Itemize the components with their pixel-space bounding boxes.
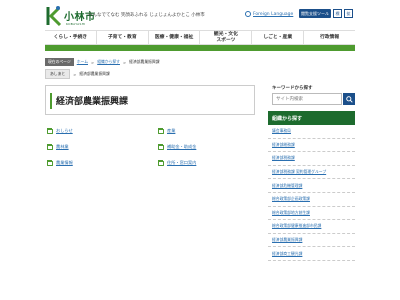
link-subsidy[interactable]: 補助金・助成金: [158, 143, 197, 150]
breadcrumb-current: 経済部農業振興課: [129, 59, 160, 64]
side-menu-item[interactable]: 総合政策部企画政策課: [268, 193, 355, 207]
link-label: 農林業: [56, 144, 69, 149]
link-agri-info[interactable]: 農業情報: [47, 159, 73, 166]
folder-icon: [158, 159, 164, 166]
breadcrumb: 現在のページ ホーム > 組織から探す > 経済部農業振興課: [45, 58, 160, 66]
nav-item-living[interactable]: くらし・手続き: [45, 31, 96, 44]
side-menu-item[interactable]: 総合政策部地方創生課: [268, 207, 355, 221]
link-industry[interactable]: 産業: [158, 127, 176, 134]
page-title-box: 経済部農業振興課: [45, 85, 255, 115]
footprint-current: 経済部農業振興課: [79, 71, 110, 76]
breadcrumb-separator: >: [91, 59, 95, 65]
link-label: 農業情報: [56, 160, 73, 165]
nav-item-admin[interactable]: 行政情報: [303, 31, 355, 44]
search-button[interactable]: [343, 93, 355, 105]
link-address-guide[interactable]: 住所・窓口案内: [158, 159, 197, 166]
globe-icon: [245, 11, 251, 17]
side-menu-item[interactable]: 経済部危機管理課: [268, 179, 355, 193]
site-slogan: みんなでてなむ 笑顔あふれる じょじょんよかとこ 小林市: [88, 13, 205, 18]
search-input[interactable]: [272, 93, 342, 105]
folder-icon: [158, 127, 164, 134]
text-size-standard-button[interactable]: 標: [333, 9, 342, 18]
footprint-separator: >: [73, 71, 77, 77]
nav-item-tourism[interactable]: 観光・文化 スポーツ: [199, 31, 251, 44]
search-label: キーワードから探す: [272, 86, 313, 91]
link-label: おしらせ: [56, 128, 73, 133]
side-menu-heading: 組織から探す: [268, 111, 355, 125]
breadcrumb-separator: >: [122, 59, 127, 65]
nav-item-health[interactable]: 医療・健康・福祉: [147, 31, 200, 44]
site-logo-subtext: KOBAYASHI: [66, 22, 86, 26]
folder-icon: [47, 127, 53, 134]
side-menu: 議会事務局 経済部総務課 経済部税務課 経済部税務課 契約管理グループ 経済部危…: [268, 125, 355, 261]
search-icon: [345, 95, 353, 103]
side-menu-item[interactable]: 経済部総務課: [268, 139, 355, 153]
side-menu-item[interactable]: 議会事務局: [268, 125, 355, 139]
title-accent-bar: [50, 93, 52, 109]
breadcrumb-label: 現在のページ: [45, 58, 74, 66]
footprint-label: あしあと: [45, 69, 71, 79]
footprint-breadcrumb: あしあと > 経済部農業振興課: [45, 69, 110, 79]
site-header: 小林市 KOBAYASHI みんなでてなむ 笑顔あふれる じょじょんよかとこ 小…: [0, 0, 400, 30]
global-nav: くらし・手続き 子育て・教育 医療・健康・福祉 観光・文化 スポーツ しごと・産…: [45, 30, 355, 45]
foreign-language-label: Foreign Language: [253, 11, 294, 17]
reading-support-button[interactable]: 閲覧支援ツール: [299, 9, 331, 18]
accessibility-tools: 閲覧支援ツール 標 拡: [299, 9, 353, 18]
page-title: 経済部農業振興課: [56, 97, 129, 107]
side-menu-item[interactable]: 経済部税務課: [268, 152, 355, 166]
foreign-language-link[interactable]: Foreign Language: [245, 11, 293, 17]
side-menu-item[interactable]: 総合政策部健康推進部市民課: [268, 220, 355, 234]
link-news[interactable]: おしらせ: [47, 127, 73, 134]
folder-icon: [47, 143, 53, 150]
link-agriculture-forestry[interactable]: 農林業: [47, 143, 69, 150]
side-menu-item[interactable]: 経済部税務課 契約管理グループ: [268, 166, 355, 180]
nav-accent-bar: [45, 45, 355, 51]
link-label: 補助金・助成金: [167, 144, 197, 149]
nav-item-childcare[interactable]: 子育て・教育: [95, 31, 148, 44]
side-menu-item[interactable]: 経済部農業振興課: [268, 234, 355, 248]
folder-icon: [158, 143, 164, 150]
breadcrumb-org[interactable]: 組織から探す: [97, 59, 120, 65]
folder-icon: [47, 159, 53, 166]
city-logo-icon[interactable]: [45, 5, 63, 27]
nav-item-work[interactable]: しごと・産業: [251, 31, 303, 44]
breadcrumb-home[interactable]: ホーム: [77, 59, 88, 65]
side-menu-item[interactable]: 経済部商工観光課: [268, 247, 355, 261]
text-size-large-button[interactable]: 拡: [344, 9, 353, 18]
link-label: 住所・窓口案内: [167, 160, 197, 165]
link-label: 産業: [167, 128, 176, 133]
